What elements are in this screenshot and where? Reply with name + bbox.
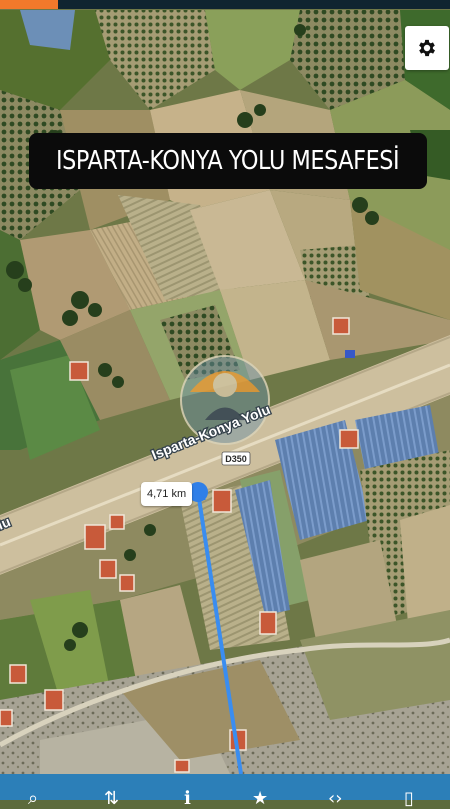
bottom-toolbar: ⌕ ⇅ ℹ ★ ‹› ▯ <box>0 774 450 808</box>
share-icon[interactable]: ‹› <box>328 790 342 808</box>
settings-button[interactable] <box>405 26 449 70</box>
title-banner: ISPARTA-KONYA YOLU MESAFESİ <box>29 133 427 189</box>
star-icon[interactable]: ★ <box>252 790 268 808</box>
map-title: ISPARTA-KONYA YOLU MESAFESİ <box>56 146 400 176</box>
distance-label: 4,71 km <box>141 482 193 506</box>
directions-icon[interactable]: ⇅ <box>104 790 119 808</box>
top-bar-accent <box>0 0 58 9</box>
info-icon[interactable]: ℹ <box>184 790 191 808</box>
svg-text:D350: D350 <box>225 454 247 464</box>
file-icon[interactable]: ▯ <box>404 790 414 808</box>
top-status-bar <box>0 0 450 9</box>
route-shield-d350: D350 <box>221 451 251 466</box>
gear-icon <box>419 39 435 57</box>
search-icon[interactable]: ⌕ <box>28 790 38 808</box>
satellite-map[interactable]: Isparta-Konya Yolu lu D350 <box>0 0 450 800</box>
